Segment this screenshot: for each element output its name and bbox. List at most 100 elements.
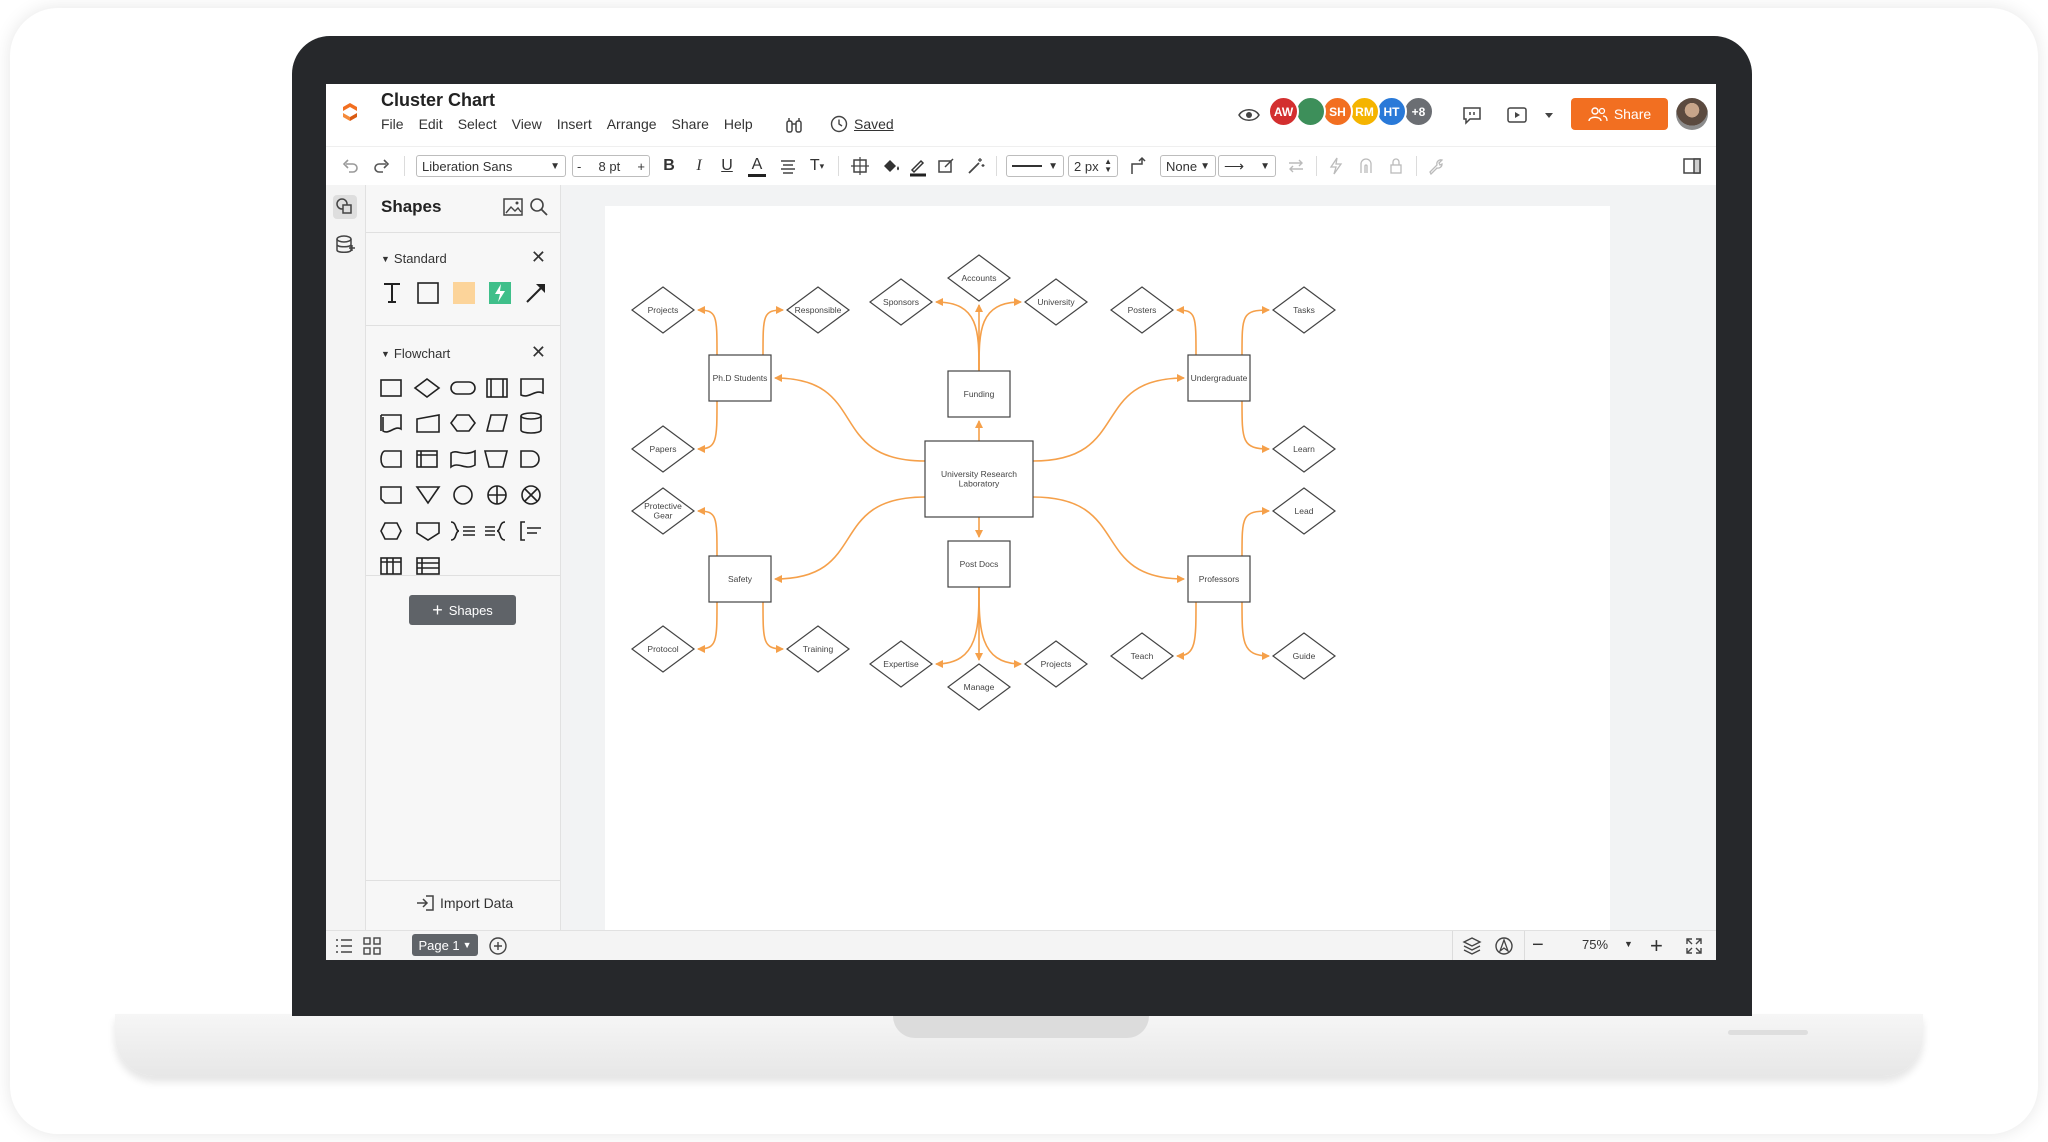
font-family-select[interactable]: Liberation Sans ▼ <box>416 155 566 177</box>
connector-line[interactable] <box>1241 601 1270 660</box>
merge-shape[interactable] <box>415 486 441 505</box>
connector-line[interactable] <box>697 306 718 356</box>
save-status[interactable]: Saved <box>830 115 894 133</box>
bold-button[interactable]: B <box>660 155 678 177</box>
text-color-button[interactable]: A <box>748 155 766 177</box>
style-icon[interactable] <box>936 155 956 177</box>
magic-wand-icon[interactable] <box>966 155 986 177</box>
document-title[interactable]: Cluster Chart <box>381 90 495 111</box>
connector-line[interactable] <box>1241 306 1270 356</box>
add-page-icon[interactable] <box>488 936 508 956</box>
close-icon[interactable]: ✕ <box>531 342 546 363</box>
layers-icon[interactable] <box>1462 936 1482 956</box>
connector-line[interactable] <box>697 507 718 557</box>
image-icon[interactable] <box>502 197 524 217</box>
arrow-line-shape[interactable] <box>523 280 549 306</box>
stored-data-shape[interactable] <box>380 450 402 468</box>
database-shape[interactable] <box>520 412 542 434</box>
manual-operation-shape[interactable] <box>483 450 509 468</box>
connector-line[interactable] <box>1032 496 1185 583</box>
data-shape[interactable] <box>485 414 509 432</box>
action-shape[interactable] <box>487 280 513 306</box>
font-size-increase[interactable]: + <box>637 159 645 174</box>
collaborator-avatar[interactable] <box>1295 96 1326 127</box>
user-avatar[interactable] <box>1676 98 1708 130</box>
rectangle-shape[interactable] <box>415 280 441 306</box>
connector-line[interactable] <box>1032 374 1185 462</box>
section-flowchart-header[interactable]: ▼ Flowchart <box>381 346 450 361</box>
collaborator-avatar[interactable]: RM <box>1349 96 1380 127</box>
document-shape[interactable] <box>520 378 544 397</box>
connector-line[interactable] <box>935 586 980 668</box>
menu-select[interactable]: Select <box>458 116 497 132</box>
connector-line[interactable] <box>697 400 718 453</box>
chevron-down-icon[interactable] <box>1538 104 1560 126</box>
connector-line[interactable] <box>762 306 784 356</box>
display-shape[interactable] <box>380 522 402 540</box>
font-size-stepper[interactable]: - 8 pt + <box>572 155 650 177</box>
predefined-process-shape[interactable] <box>486 378 508 398</box>
line-style-select[interactable]: ▼ <box>1006 155 1064 177</box>
list-view-icon[interactable] <box>334 936 354 956</box>
panel-toggle-icon[interactable] <box>1682 155 1702 177</box>
annotation-bracket-shape[interactable] <box>520 521 541 541</box>
undo-icon[interactable] <box>340 155 360 177</box>
collaborator-avatar[interactable]: HT <box>1376 96 1407 127</box>
line-end-select[interactable]: ⟶ ▼ <box>1218 155 1276 177</box>
or-shape[interactable] <box>487 485 507 505</box>
swap-arrows-icon[interactable] <box>1286 155 1306 177</box>
present-icon[interactable] <box>1506 104 1528 126</box>
font-size-decrease[interactable]: - <box>577 159 581 174</box>
align-icon[interactable] <box>778 155 798 177</box>
annotation-brace-left-shape[interactable] <box>485 521 506 541</box>
connector-type-icon[interactable] <box>1128 155 1148 177</box>
chevron-down-icon[interactable]: ▼ <box>1624 939 1633 949</box>
internal-storage-shape[interactable] <box>416 450 438 468</box>
search-icon[interactable] <box>528 197 550 217</box>
process-shape[interactable] <box>380 379 402 397</box>
manual-input-shape[interactable] <box>416 414 440 433</box>
connector-shape[interactable] <box>453 485 473 505</box>
terminator-shape[interactable] <box>450 381 476 395</box>
connector-line[interactable] <box>774 496 926 583</box>
connector-line[interactable] <box>978 298 1022 372</box>
shapes-tab-icon[interactable] <box>333 195 357 219</box>
swimlane-horizontal-shape[interactable] <box>416 557 440 575</box>
binoculars-icon[interactable] <box>784 115 804 135</box>
sticky-note-shape[interactable] <box>451 280 477 306</box>
zoom-out-button[interactable]: − <box>1532 934 1544 957</box>
menu-share[interactable]: Share <box>672 116 709 132</box>
app-logo-icon[interactable] <box>339 101 361 123</box>
summing-junction-shape[interactable] <box>521 485 541 505</box>
swimlane-vertical-shape[interactable] <box>380 557 402 575</box>
line-width-stepper[interactable]: 2 px ▲ ▼ <box>1068 155 1118 177</box>
section-standard-header[interactable]: ▼ Standard <box>381 251 447 266</box>
lightning-icon[interactable] <box>1326 155 1346 177</box>
annotation-brace-shape[interactable] <box>450 521 475 541</box>
preparation-shape[interactable] <box>450 414 476 432</box>
menu-help[interactable]: Help <box>724 116 753 132</box>
collaborator-avatar[interactable]: +8 <box>1403 96 1434 127</box>
off-page-shape[interactable] <box>380 486 402 504</box>
page-tab[interactable]: Page 1 ▼ <box>412 934 478 956</box>
navigation-icon[interactable] <box>1494 936 1514 956</box>
fullscreen-icon[interactable] <box>1684 936 1704 956</box>
connector-line[interactable] <box>1241 400 1270 453</box>
punched-tape-shape[interactable] <box>450 449 476 469</box>
eye-icon[interactable] <box>1238 106 1260 124</box>
text-shape[interactable] <box>379 280 405 306</box>
text-options-button[interactable]: T ▾ <box>806 155 828 177</box>
zoom-in-button[interactable]: + <box>1650 933 1663 959</box>
line-start-select[interactable]: None ▼ <box>1160 155 1216 177</box>
connector-line[interactable] <box>978 586 1022 668</box>
menu-insert[interactable]: Insert <box>557 116 592 132</box>
import-data-button[interactable]: Import Data <box>416 895 513 911</box>
multi-document-shape[interactable] <box>380 414 402 433</box>
wrench-icon[interactable] <box>1426 155 1446 177</box>
connector-line[interactable] <box>697 601 718 653</box>
redo-icon[interactable] <box>372 155 392 177</box>
group-icon[interactable] <box>1356 155 1376 177</box>
menu-view[interactable]: View <box>512 116 542 132</box>
connector-line[interactable] <box>935 298 980 372</box>
connector-line[interactable] <box>1176 601 1197 660</box>
